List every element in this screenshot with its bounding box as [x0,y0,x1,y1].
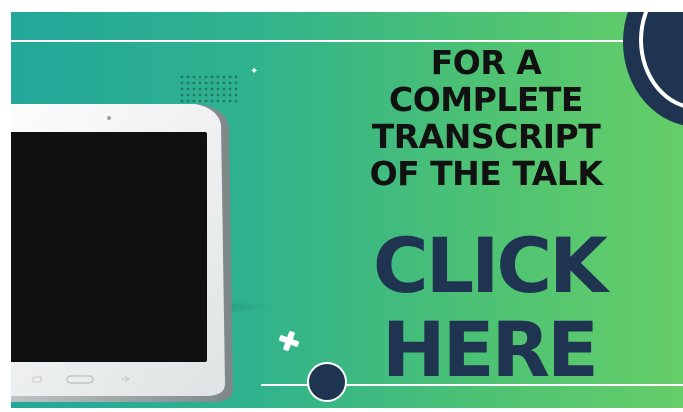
headline: FOR A COMPLETE TRANSCRIPT OF THE TALK [341,44,631,192]
sparkle-icon: ✦ [250,66,259,77]
headline-line: COMPLETE [389,80,583,119]
click-here-button[interactable]: CLICK HERE [329,224,649,392]
transcript-banner-link[interactable]: ✦ FOR A COMPLETE TRANSCRIPT OF THE TALK … [11,12,683,408]
tablet-image [11,104,233,402]
plus-icon [278,330,300,352]
dot-grid-decoration [179,74,237,104]
cta-line[interactable]: CLICK [329,224,649,308]
cta-line[interactable]: HERE [329,308,649,392]
top-divider-line [11,40,651,42]
headline-line: OF THE TALK [369,154,603,193]
headline-line: FOR A [430,43,542,82]
headline-line: TRANSCRIPT [371,117,601,156]
